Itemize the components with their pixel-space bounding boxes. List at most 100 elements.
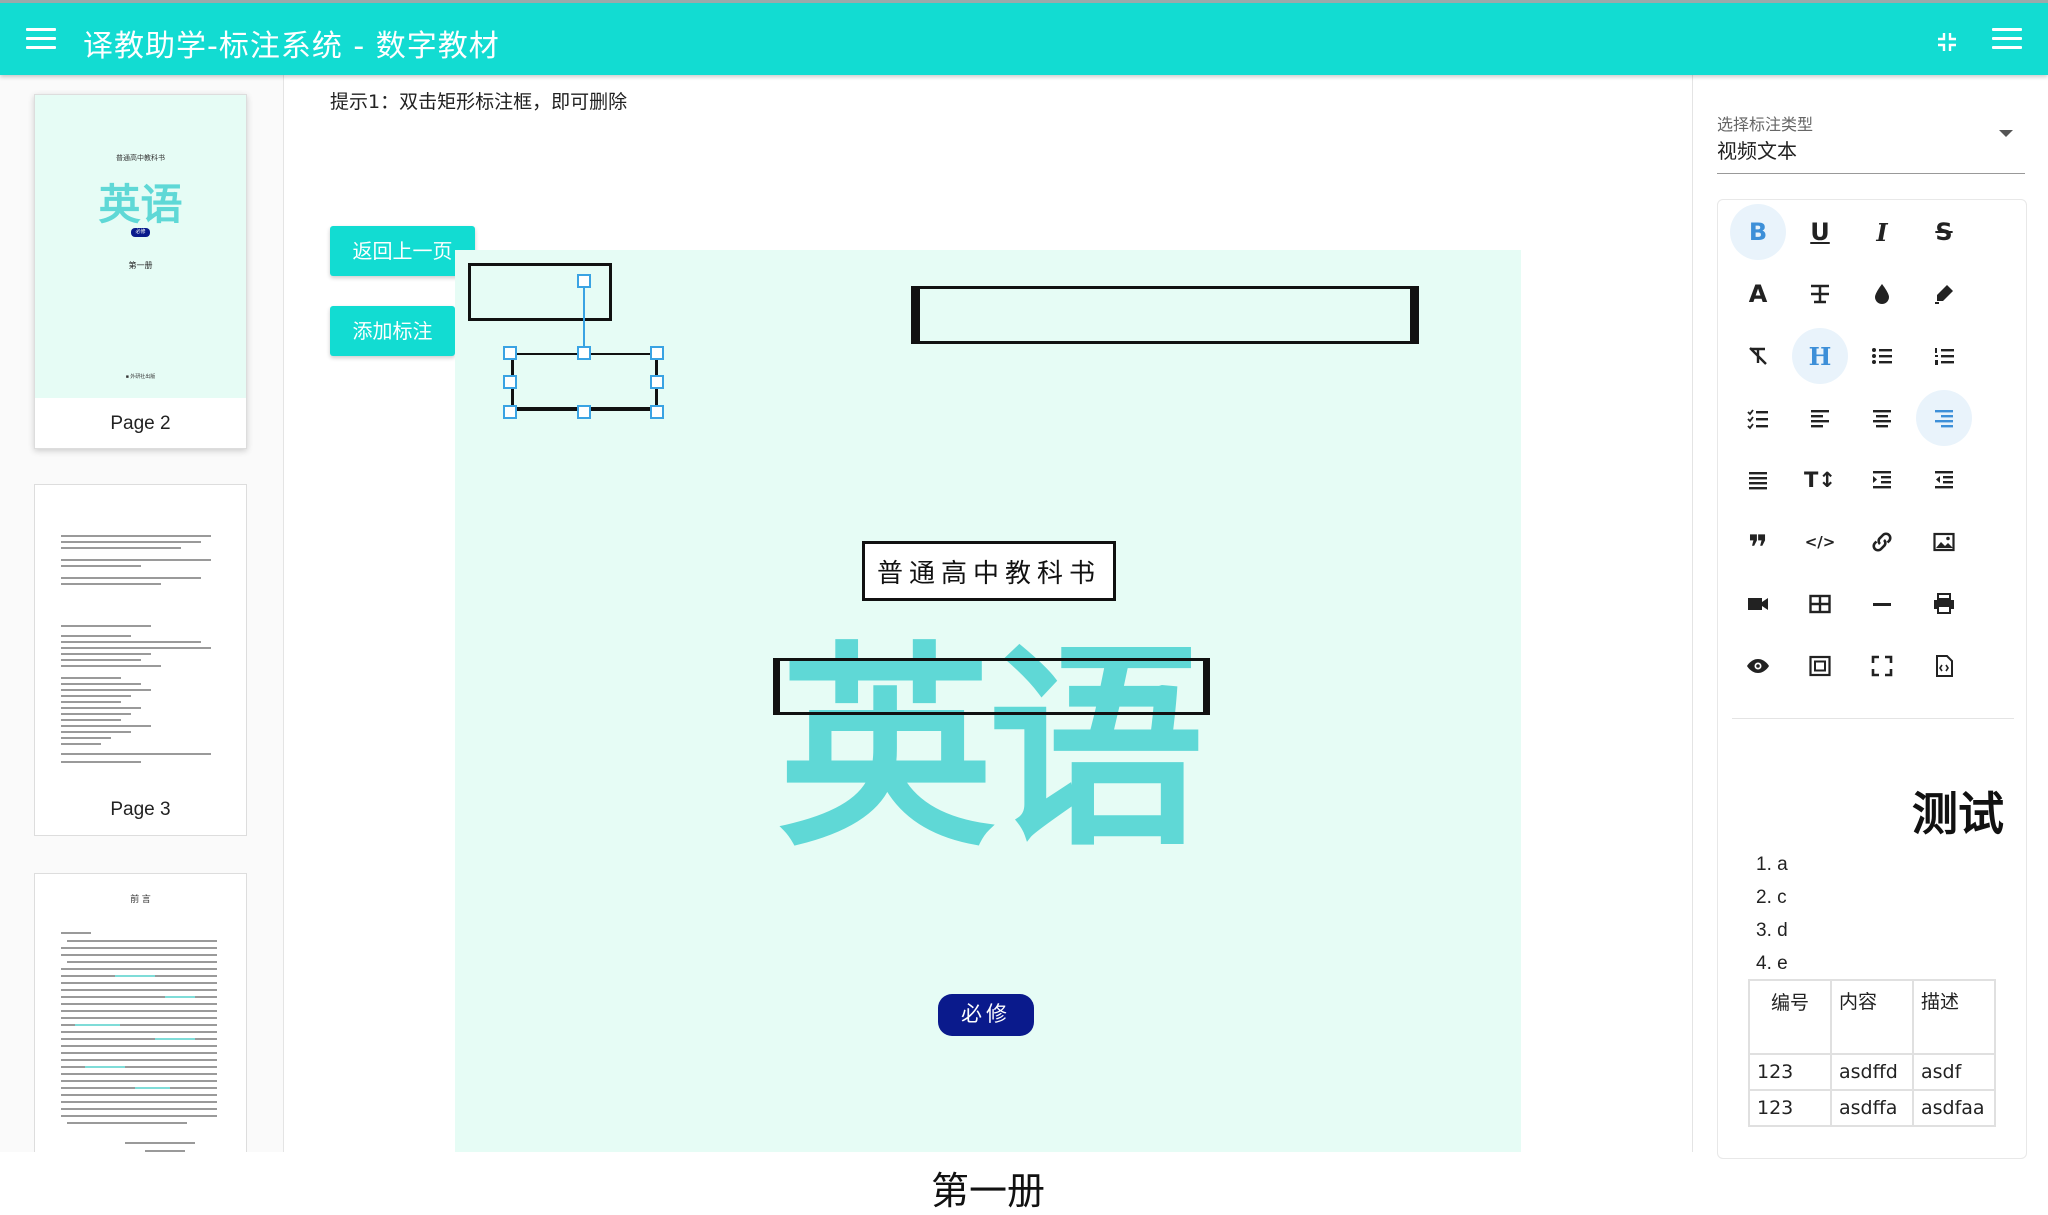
clear-format-button[interactable]: [1792, 266, 1848, 322]
table-button[interactable]: [1792, 576, 1848, 632]
indent-icon: [1873, 471, 1891, 489]
right-menu-icon[interactable]: [1992, 28, 2022, 52]
remove-format-icon: [1749, 347, 1767, 365]
table-header-row: 编号 内容 描述: [1748, 979, 1996, 1055]
italic-button[interactable]: I: [1854, 204, 1910, 260]
link-button[interactable]: [1854, 514, 1910, 570]
annotation-box[interactable]: [773, 658, 1210, 715]
rotate-handle[interactable]: [577, 274, 591, 288]
table-cell[interactable]: asdfaa: [1912, 1089, 1996, 1127]
highlight-button[interactable]: [1916, 266, 1972, 322]
resize-handle[interactable]: [650, 405, 664, 419]
preview-heading[interactable]: 测试: [1718, 778, 2004, 844]
align-left-button[interactable]: [1792, 390, 1848, 446]
list-item[interactable]: 3. d: [1756, 920, 1788, 942]
bullet-list-button[interactable]: [1854, 328, 1910, 384]
line-height-button[interactable]: T↕: [1792, 452, 1848, 508]
page-label: Page 2: [110, 413, 171, 434]
todo-list-button[interactable]: [1730, 390, 1786, 446]
rich-text-editor: B U I S A H T↕ ❞ </> 测试 1. a 2. c 3. d 4…: [1717, 199, 2027, 1159]
ink-drop-icon: [1875, 284, 1889, 304]
table-header-cell[interactable]: 描述: [1912, 979, 1996, 1055]
checklist-icon: [1747, 409, 1768, 430]
fullscreen-exit-icon[interactable]: [1935, 30, 1959, 54]
heading-button[interactable]: H: [1792, 328, 1848, 384]
printer-icon: [1934, 593, 1954, 614]
horizontal-rule-button[interactable]: [1854, 576, 1910, 632]
page-thumbnail-3[interactable]: Page 3: [34, 484, 247, 836]
resize-handle[interactable]: [503, 375, 517, 389]
outdent-button[interactable]: [1916, 452, 1972, 508]
list-item[interactable]: 1. a: [1756, 854, 1788, 876]
font-color-button[interactable]: A: [1730, 266, 1786, 322]
bold-button[interactable]: B: [1730, 204, 1786, 260]
annotation-box[interactable]: [911, 286, 1419, 344]
resize-handle[interactable]: [650, 375, 664, 389]
highlighter-icon: [1935, 285, 1953, 304]
list-item[interactable]: 4. e: [1756, 953, 1788, 975]
html-file-icon: [1936, 655, 1953, 677]
justify-icon: [1749, 472, 1767, 490]
table-cell[interactable]: asdffa: [1830, 1089, 1914, 1127]
ink-color-button[interactable]: [1854, 266, 1910, 322]
page-thumbnail-2[interactable]: 普通高中教科书 英语 必修 第一册 ■ 外研社出版 Page 2: [34, 94, 247, 449]
selected-annotation-box[interactable]: [511, 353, 658, 411]
preview-button[interactable]: [1730, 638, 1786, 694]
code-button[interactable]: </>: [1792, 514, 1848, 570]
page-label: Page 3: [110, 799, 171, 820]
align-center-button[interactable]: [1854, 390, 1910, 446]
indent-button[interactable]: [1854, 452, 1910, 508]
fit-screen-button[interactable]: [1792, 638, 1848, 694]
print-button[interactable]: [1916, 576, 1972, 632]
resize-handle[interactable]: [503, 346, 517, 360]
table-cell[interactable]: asdf: [1912, 1053, 1996, 1091]
image-icon: [1933, 532, 1955, 552]
add-annotation-button[interactable]: 添加标注: [330, 306, 455, 356]
table-cell[interactable]: 123: [1748, 1089, 1832, 1127]
resize-handle[interactable]: [577, 405, 591, 419]
quote-button[interactable]: ❞: [1730, 514, 1786, 570]
font-color-icon: A: [1748, 280, 1768, 308]
strikethrough-button[interactable]: S: [1916, 204, 1972, 260]
resize-handle[interactable]: [650, 346, 664, 360]
bullet-list-icon: [1872, 348, 1892, 364]
page-4-text-lines: [61, 932, 217, 1152]
annotation-type-label: 选择标注类型: [1717, 115, 1814, 134]
list-item[interactable]: 2. c: [1756, 887, 1787, 909]
video-button[interactable]: [1730, 576, 1786, 632]
volume-text: 第一册: [930, 1171, 1045, 1213]
annotation-type-select[interactable]: 视频文本: [1717, 135, 1797, 164]
justify-button[interactable]: [1730, 452, 1786, 508]
align-center-icon: [1873, 410, 1891, 428]
underline-icon: U: [1810, 218, 1830, 246]
toolbar-divider: [1732, 718, 2014, 719]
table-header-cell[interactable]: 编号: [1748, 979, 1832, 1055]
select-underline: [1717, 173, 2025, 174]
underline-button[interactable]: U: [1792, 204, 1848, 260]
remove-format-button[interactable]: [1730, 328, 1786, 384]
page-3-text-lines: [61, 535, 211, 763]
page-thumbnail-4[interactable]: 前 言: [34, 873, 247, 1152]
required-badge: 必修: [938, 994, 1034, 1036]
numbered-list-button[interactable]: [1916, 328, 1972, 384]
eye-icon: [1747, 659, 1769, 673]
bold-icon: B: [1748, 218, 1768, 246]
table-cell[interactable]: 123: [1748, 1053, 1832, 1091]
image-button[interactable]: [1916, 514, 1972, 570]
menu-icon[interactable]: [26, 28, 56, 52]
align-right-button[interactable]: [1916, 390, 1972, 446]
resize-handle[interactable]: [577, 346, 591, 360]
html-file-button[interactable]: [1916, 638, 1972, 694]
fullscreen-button[interactable]: [1854, 638, 1910, 694]
table-header-cell[interactable]: 内容: [1830, 979, 1914, 1055]
page-thumbnail-sidebar: 普通高中教科书 英语 必修 第一册 ■ 外研社出版 Page 2 Page 3 …: [0, 75, 284, 1152]
chevron-down-icon[interactable]: [1999, 130, 2013, 137]
annotation-panel: 选择标注类型 视频文本 B U I S A H T↕ ❞ </> 测试 1. a…: [1692, 75, 2048, 1159]
table-cell[interactable]: asdffd: [1830, 1053, 1914, 1091]
page-2-preview: 普通高中教科书 英语 必修 第一册 ■ 外研社出版: [35, 95, 246, 398]
fullscreen-icon: [1871, 655, 1893, 677]
back-button[interactable]: 返回上一页: [330, 226, 475, 276]
annotation-box[interactable]: [468, 263, 612, 321]
numbered-list-icon: [1935, 348, 1954, 365]
resize-handle[interactable]: [503, 405, 517, 419]
